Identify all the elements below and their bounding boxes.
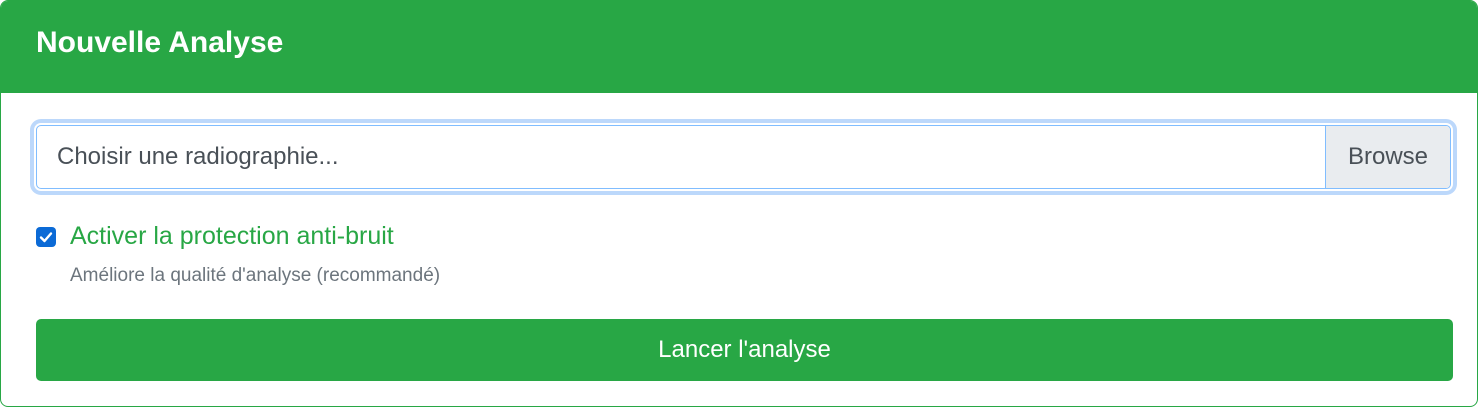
file-input-focus-ring: Choisir une radiographie... Browse [34,123,1453,191]
noise-protection-hint: Améliore la qualité d'analyse (recommand… [70,265,441,286]
noise-protection-checkbox[interactable] [36,226,56,247]
page-title: Nouvelle Analyse [36,26,284,59]
file-input[interactable]: Choisir une radiographie... Browse [36,125,1451,189]
noise-protection-row: Activer la protection anti-bruit [36,222,394,251]
analysis-card: Nouvelle Analyse Choisir une radiographi… [0,0,1478,407]
file-input-label[interactable]: Choisir une radiographie... [37,126,1325,188]
browse-button[interactable]: Browse [1325,126,1450,188]
card-header: Nouvelle Analyse [1,1,1477,93]
start-analysis-button[interactable]: Lancer l'analyse [36,319,1453,381]
checkmark-icon [39,231,53,242]
noise-protection-label[interactable]: Activer la protection anti-bruit [70,222,394,251]
